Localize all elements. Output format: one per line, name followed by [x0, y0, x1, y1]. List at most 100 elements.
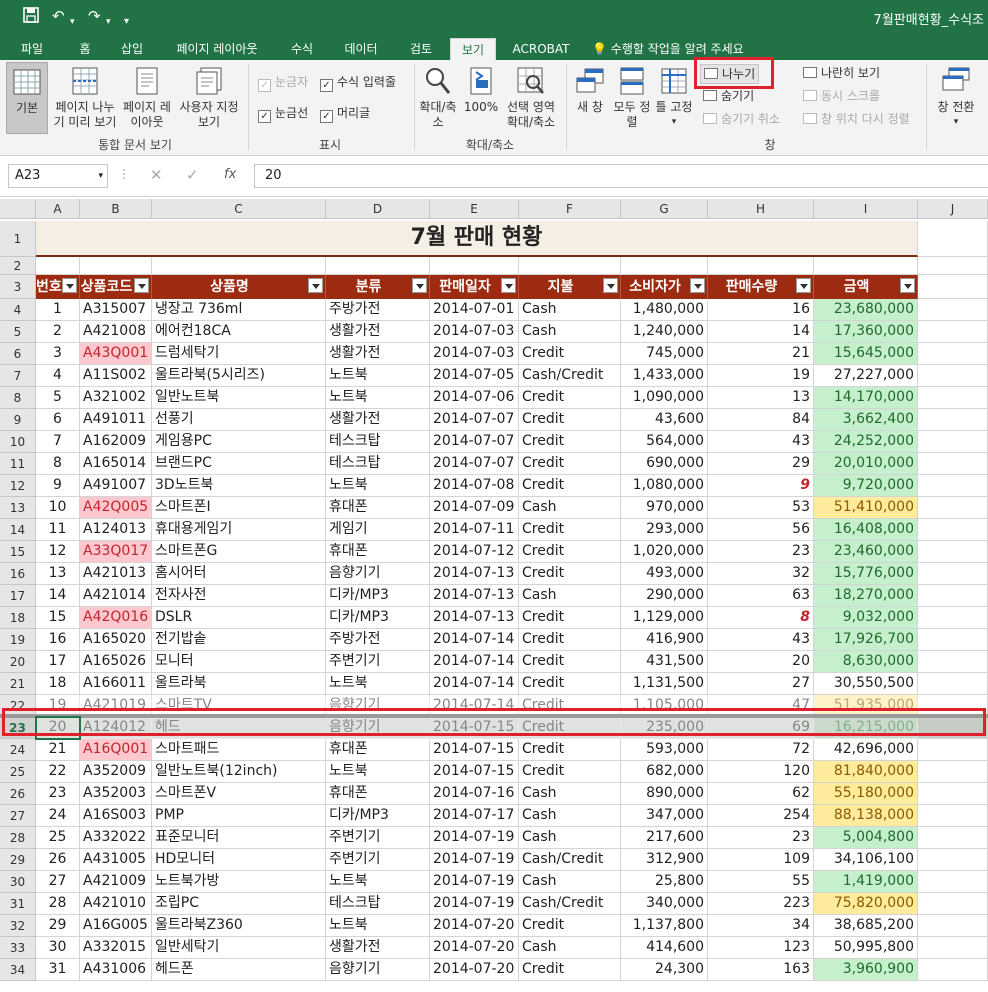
cell-amount[interactable]: 17,926,700 — [814, 629, 918, 651]
cell-category[interactable]: 음향기기 — [326, 563, 430, 585]
cell-no[interactable]: 5 — [36, 387, 80, 409]
empty-cell[interactable] — [918, 805, 988, 827]
cell-name[interactable]: HD모니터 — [152, 849, 326, 871]
cell-payment[interactable]: Credit — [519, 409, 621, 431]
redo-icon[interactable]: ↷ — [88, 6, 101, 26]
cell-date[interactable]: 2014-07-20 — [430, 937, 519, 959]
empty-cell[interactable] — [918, 937, 988, 959]
formula-bar-checkbox[interactable]: ✓ 수식 입력줄 — [320, 74, 396, 92]
redo-dropdown-icon[interactable]: ▾ — [106, 12, 111, 32]
select-all-corner[interactable] — [0, 199, 36, 219]
row-header[interactable]: 20 — [0, 651, 36, 673]
cell-name[interactable]: 스마트폰G — [152, 541, 326, 563]
cell-quantity[interactable]: 16 — [708, 299, 814, 321]
cell-quantity[interactable]: 43 — [708, 629, 814, 651]
empty-cell[interactable] — [326, 257, 430, 275]
cell-code[interactable]: A332022 — [80, 827, 152, 849]
header-payment[interactable]: 지불 — [519, 275, 621, 299]
cell-name[interactable]: 모니터 — [152, 651, 326, 673]
empty-cell[interactable] — [918, 475, 988, 497]
cell-payment[interactable]: Cash — [519, 321, 621, 343]
row-header[interactable]: 13 — [0, 497, 36, 519]
cell-name[interactable]: 전기밥솥 — [152, 629, 326, 651]
cell-code[interactable]: A166011 — [80, 673, 152, 695]
cell-payment[interactable]: Cash/Credit — [519, 365, 621, 387]
cell-price[interactable]: 416,900 — [621, 629, 708, 651]
cell-quantity[interactable]: 9 — [708, 475, 814, 497]
header-name[interactable]: 상품명 — [152, 275, 326, 299]
cell-code[interactable]: A165026 — [80, 651, 152, 673]
hide-button[interactable]: 숨기기 — [703, 88, 754, 104]
cell-name[interactable]: 선풍기 — [152, 409, 326, 431]
reset-window-position-button[interactable]: 창 위치 다시 정렬 — [803, 111, 910, 127]
cell-price[interactable]: 312,900 — [621, 849, 708, 871]
cell-code[interactable]: A42Q016 — [80, 607, 152, 629]
cell-payment[interactable]: Cash/Credit — [519, 893, 621, 915]
cell-price[interactable]: 493,000 — [621, 563, 708, 585]
cell-quantity[interactable]: 43 — [708, 431, 814, 453]
arrange-all-button[interactable]: 모두 정렬 — [612, 66, 652, 130]
cell-date[interactable]: 2014-07-07 — [430, 453, 519, 475]
cell-payment[interactable]: Credit — [519, 387, 621, 409]
cell-amount[interactable]: 30,550,500 — [814, 673, 918, 695]
cell-date[interactable]: 2014-07-13 — [430, 563, 519, 585]
column-header-j[interactable]: J — [918, 199, 988, 219]
cell-category[interactable]: 노트북 — [326, 915, 430, 937]
cell-payment[interactable]: Credit — [519, 475, 621, 497]
cell-date[interactable]: 2014-07-14 — [430, 673, 519, 695]
cell-category[interactable]: 생활가전 — [326, 409, 430, 431]
cell-price[interactable]: 1,240,000 — [621, 321, 708, 343]
filter-dropdown-icon[interactable] — [62, 278, 77, 293]
cell-category[interactable]: 휴대폰 — [326, 783, 430, 805]
filter-dropdown-icon[interactable] — [308, 278, 323, 293]
cell-code[interactable]: A321002 — [80, 387, 152, 409]
empty-cell[interactable] — [918, 365, 988, 387]
cell-date[interactable]: 2014-07-19 — [430, 871, 519, 893]
empty-cell[interactable] — [918, 541, 988, 563]
cell-amount[interactable]: 16,408,000 — [814, 519, 918, 541]
empty-cell[interactable] — [918, 343, 988, 365]
cell-name[interactable]: 울트라북Z360 — [152, 915, 326, 937]
row-header[interactable]: 5 — [0, 321, 36, 343]
cell-payment[interactable]: Credit — [519, 673, 621, 695]
cell-date[interactable]: 2014-07-16 — [430, 783, 519, 805]
empty-cell[interactable] — [918, 497, 988, 519]
cell-category[interactable]: 게임기 — [326, 519, 430, 541]
cell-payment[interactable]: Cash — [519, 871, 621, 893]
cell-payment[interactable]: Cash — [519, 497, 621, 519]
cell-price[interactable]: 293,000 — [621, 519, 708, 541]
cell-price[interactable]: 1,480,000 — [621, 299, 708, 321]
cell-amount[interactable]: 55,180,000 — [814, 783, 918, 805]
cell-date[interactable]: 2014-07-06 — [430, 387, 519, 409]
tab-view[interactable]: 보기 — [450, 38, 496, 60]
cell-code[interactable]: A431006 — [80, 959, 152, 981]
cell-no[interactable]: 8 — [36, 453, 80, 475]
row-header[interactable]: 14 — [0, 519, 36, 541]
cell-date[interactable]: 2014-07-01 — [430, 299, 519, 321]
cell-no[interactable]: 27 — [36, 871, 80, 893]
cell-no[interactable]: 7 — [36, 431, 80, 453]
cell-code[interactable]: A421013 — [80, 563, 152, 585]
cell-no[interactable]: 9 — [36, 475, 80, 497]
row-header[interactable]: 9 — [0, 409, 36, 431]
empty-cell[interactable] — [918, 915, 988, 937]
filter-dropdown-icon[interactable] — [900, 278, 915, 293]
cell-quantity[interactable]: 72 — [708, 739, 814, 761]
cell-name[interactable]: 홈시어터 — [152, 563, 326, 585]
cell-date[interactable]: 2014-07-07 — [430, 409, 519, 431]
cell-payment[interactable]: Credit — [519, 739, 621, 761]
cell-no[interactable]: 15 — [36, 607, 80, 629]
undo-icon[interactable]: ↶ — [52, 6, 65, 26]
cell-code[interactable]: A165020 — [80, 629, 152, 651]
empty-cell[interactable] — [814, 257, 918, 275]
filter-dropdown-icon[interactable] — [501, 278, 516, 293]
cell-price[interactable]: 340,000 — [621, 893, 708, 915]
empty-cell[interactable] — [918, 893, 988, 915]
cancel-icon[interactable]: ✕ — [150, 166, 163, 184]
cell-date[interactable]: 2014-07-13 — [430, 607, 519, 629]
cell-code[interactable]: A11S002 — [80, 365, 152, 387]
cell-name[interactable]: 드럼세탁기 — [152, 343, 326, 365]
switch-windows-button[interactable]: 창 전환 ▾ — [932, 66, 980, 130]
cell-amount[interactable]: 9,720,000 — [814, 475, 918, 497]
header-quantity[interactable]: 판매수량 — [708, 275, 814, 299]
